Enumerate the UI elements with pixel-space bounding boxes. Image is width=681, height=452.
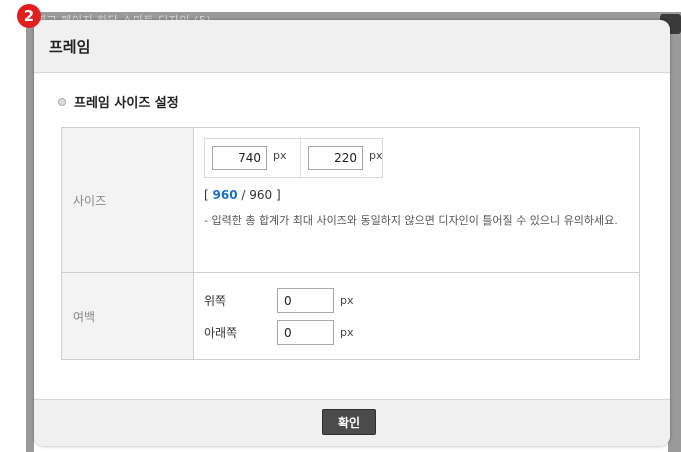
bullet-icon	[58, 97, 66, 106]
modal-title: 프레임	[49, 37, 91, 56]
margin-cell: 위쪽 px 아래쪽 px	[193, 272, 640, 360]
size-note: - 입력한 총 합계가 최대 사이즈와 동일하지 않으면 디자인이 틀어질 수 …	[204, 214, 618, 227]
size-row: 사이즈 px px [ 960 / 960 ] - 입력한 총 합계가 최대 사…	[61, 127, 640, 273]
width-input[interactable]	[212, 146, 267, 170]
height-unit: px	[369, 149, 383, 162]
margin-bottom-line: 아래쪽 px	[195, 320, 638, 350]
height-input[interactable]	[308, 146, 363, 170]
margin-bottom-unit: px	[340, 326, 354, 339]
modal-footer: 확인	[34, 399, 670, 446]
margin-row: 여백 위쪽 px 아래쪽 px	[61, 272, 640, 360]
margin-top-line: 위쪽 px	[195, 288, 638, 318]
size-label: 사이즈	[61, 127, 194, 273]
size-total-current: 960	[212, 188, 238, 202]
size-cell: px px [ 960 / 960 ] - 입력한 총 합계가 최대 사이즈와 …	[193, 127, 640, 273]
modal-header: 프레임	[34, 20, 670, 73]
confirm-button[interactable]: 확인	[322, 409, 376, 435]
size-total-max: / 960 ]	[237, 188, 281, 202]
size-input-group: px px	[204, 138, 383, 178]
settings-table: 사이즈 px px [ 960 / 960 ] - 입력한 총 합계가 최대 사…	[61, 127, 640, 360]
section-title-text: 프레임 사이즈 설정	[74, 96, 179, 111]
background-edge-left	[26, 12, 34, 452]
margin-top-input[interactable]	[277, 288, 334, 313]
margin-bottom-label: 아래쪽	[204, 326, 238, 340]
frame-modal: 프레임 프레임 사이즈 설정 사이즈 px px [ 960 / 960 ] -…	[34, 20, 670, 446]
margin-bottom-input[interactable]	[277, 320, 334, 345]
size-divider	[300, 139, 301, 177]
size-total: [ 960 / 960 ]	[204, 188, 281, 202]
section-title: 프레임 사이즈 설정	[58, 92, 179, 111]
margin-label: 여백	[61, 272, 194, 360]
width-unit: px	[273, 149, 287, 162]
margin-top-unit: px	[340, 294, 354, 307]
step-number-badge: 2	[17, 4, 41, 28]
margin-top-label: 위쪽	[204, 294, 227, 308]
